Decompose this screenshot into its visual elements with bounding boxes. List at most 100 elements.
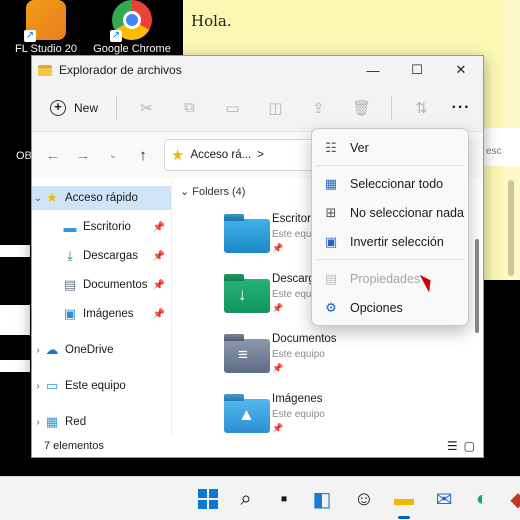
menu-item-invertir-seleccion[interactable]: ▣ Invertir selección	[316, 229, 464, 255]
options-icon: ⚙	[325, 300, 337, 315]
background-window-edge: esc	[484, 128, 520, 166]
documents-icon: ▤	[63, 277, 77, 292]
partial-desktop-label: OB	[16, 150, 32, 162]
document-lines-icon: ≡	[238, 345, 248, 364]
pin-icon: 📌	[152, 279, 165, 291]
details-view-button[interactable]: ☰	[447, 439, 458, 453]
start-button[interactable]	[192, 483, 224, 515]
breadcrumb-chevron[interactable]: >	[257, 149, 264, 161]
folder-icon: ▲	[224, 399, 270, 433]
sidebar-item-descargas[interactable]: ⤓ Descargas 📌	[32, 244, 171, 268]
share-icon[interactable]: ⇪	[297, 91, 340, 125]
maximize-button[interactable]: ☐	[395, 56, 439, 84]
close-button[interactable]: ✕	[439, 56, 483, 84]
title-bar[interactable]: Explorador de archivos — ☐ ✕	[32, 56, 483, 84]
cut-icon[interactable]: ✂	[125, 91, 168, 125]
minimize-button[interactable]: —	[351, 56, 395, 84]
item-count: 7 elementos	[44, 440, 104, 452]
chrome-icon: ↗	[110, 0, 152, 42]
folder-icon	[38, 64, 52, 76]
chevron-right-icon[interactable]: ›	[32, 417, 44, 428]
taskbar-app-edge[interactable]: ◐	[466, 483, 498, 515]
invert-selection-icon: ▣	[324, 234, 338, 249]
desktop-folder-icon: ▬	[63, 219, 77, 235]
pictures-icon: ▣	[63, 306, 77, 321]
menu-item-label: Ver	[350, 141, 369, 155]
sidebar-item-label: Documentos	[83, 279, 148, 291]
forward-button[interactable]: →	[68, 140, 98, 170]
game-icon: ☺	[353, 487, 375, 510]
sidebar-item-escritorio[interactable]: ▬ Escritorio 📌	[32, 215, 171, 239]
taskbar-app-game[interactable]: ☺	[348, 483, 380, 515]
desktop-icon-fl-studio[interactable]: ↗ FL Studio 20	[4, 0, 88, 55]
pin-icon: 📌	[272, 243, 284, 253]
widgets-button[interactable]: ◧	[306, 483, 338, 515]
sidebar-item-onedrive[interactable]: › ☁ OneDrive	[32, 338, 171, 362]
pin-icon: 📌	[272, 303, 284, 313]
sidebar-item-label: Imágenes	[83, 308, 134, 320]
folder-icon: ≡	[224, 339, 270, 373]
command-bar: + New ✂ ⧉ ▭ ◫ ⇪ 🗑 ⇅ ···	[32, 84, 483, 132]
desktop-icon-label: FL Studio 20	[15, 43, 77, 55]
paste-icon[interactable]: ▭	[211, 91, 254, 125]
task-view-button[interactable]: ▪	[268, 483, 300, 515]
mail-icon: ✉	[435, 488, 453, 511]
menu-item-opciones[interactable]: ⚙ Opciones	[316, 295, 464, 321]
menu-item-no-seleccionar-nada[interactable]: ⊞ No seleccionar nada	[316, 200, 464, 226]
new-label: New	[74, 100, 99, 115]
rename-icon[interactable]: ◫	[254, 91, 297, 125]
sidebar-item-label: OneDrive	[65, 344, 114, 356]
desktop-icon-chrome[interactable]: ↗ Google Chrome	[90, 0, 174, 55]
menu-item-label: No seleccionar nada	[350, 206, 464, 220]
menu-item-propiedades[interactable]: ▤ Propiedades	[316, 266, 464, 292]
new-button[interactable]: + New	[40, 91, 108, 125]
taskbar: ⌕ ▪ ◧ ☺ ▬ ✉ ◐ ◆	[0, 476, 520, 520]
sidebar-item-documentos[interactable]: ▤ Documentos 📌	[32, 273, 171, 297]
search-button[interactable]: ⌕	[230, 483, 262, 515]
sort-icon[interactable]: ⇅	[400, 91, 443, 125]
chevron-right-icon[interactable]: ›	[32, 381, 44, 392]
folder-icon	[224, 219, 270, 253]
taskbar-app-mail[interactable]: ✉	[428, 483, 460, 515]
delete-icon[interactable]: 🗑	[340, 91, 383, 125]
group-header[interactable]: ⌄ Folders (4)	[180, 185, 245, 198]
address-path: Acceso rá...	[190, 149, 252, 161]
menu-item-label: Opciones	[350, 301, 403, 315]
chevron-down-icon[interactable]: ⌄	[32, 193, 44, 204]
address-bar[interactable]: ★ Acceso rá... >	[164, 139, 324, 171]
select-none-icon: ⊞	[325, 205, 337, 220]
select-all-icon: ▦	[324, 176, 338, 191]
back-button[interactable]: ←	[38, 140, 68, 170]
fl-studio-icon: ↗	[24, 0, 66, 42]
search-icon: ⌕	[240, 487, 252, 510]
vertical-scrollbar[interactable]	[475, 239, 479, 333]
menu-item-ver[interactable]: ☷ Ver	[316, 135, 464, 161]
menu-divider	[316, 165, 464, 166]
sidebar-item-acceso-rapido[interactable]: ⌄ ★ Acceso rápido	[32, 186, 171, 210]
group-header-label: Folders (4)	[192, 186, 246, 198]
copy-icon[interactable]: ⧉	[168, 91, 211, 125]
onedrive-icon: ☁	[45, 342, 59, 357]
desktop-icon-label: Google Chrome	[93, 43, 171, 55]
network-icon: ▦	[45, 414, 59, 429]
sidebar-item-red[interactable]: › ▦ Red	[32, 410, 171, 434]
recent-locations-button[interactable]: ⌄	[98, 140, 128, 170]
sidebar-item-imagenes[interactable]: ▣ Imágenes 📌	[32, 302, 171, 326]
see-more-button[interactable]: ···	[443, 91, 479, 125]
taskbar-app-other[interactable]: ◆	[502, 483, 520, 515]
plus-icon: +	[50, 99, 66, 116]
folder-icon: ▬	[394, 487, 414, 510]
taskbar-app-file-explorer[interactable]: ▬	[388, 483, 420, 519]
sidebar-item-este-equipo[interactable]: › ▭ Este equipo	[32, 374, 171, 398]
tiles-view-button[interactable]: ▢	[464, 439, 475, 453]
see-more-menu: ☷ Ver ▦ Seleccionar todo ⊞ No selecciona…	[311, 128, 469, 326]
menu-item-seleccionar-todo[interactable]: ▦ Seleccionar todo	[316, 171, 464, 197]
pin-icon: 📌	[152, 308, 165, 320]
chevron-right-icon[interactable]: ›	[32, 345, 44, 356]
up-button[interactable]: ↑	[128, 140, 158, 170]
pin-icon: 📌	[272, 423, 284, 433]
scrollbar-thumb[interactable]	[508, 180, 514, 276]
pin-icon: 📌	[152, 250, 165, 262]
folder-location: Este equipo	[272, 409, 325, 420]
sticky-note-text[interactable]: Hola.	[191, 12, 232, 30]
